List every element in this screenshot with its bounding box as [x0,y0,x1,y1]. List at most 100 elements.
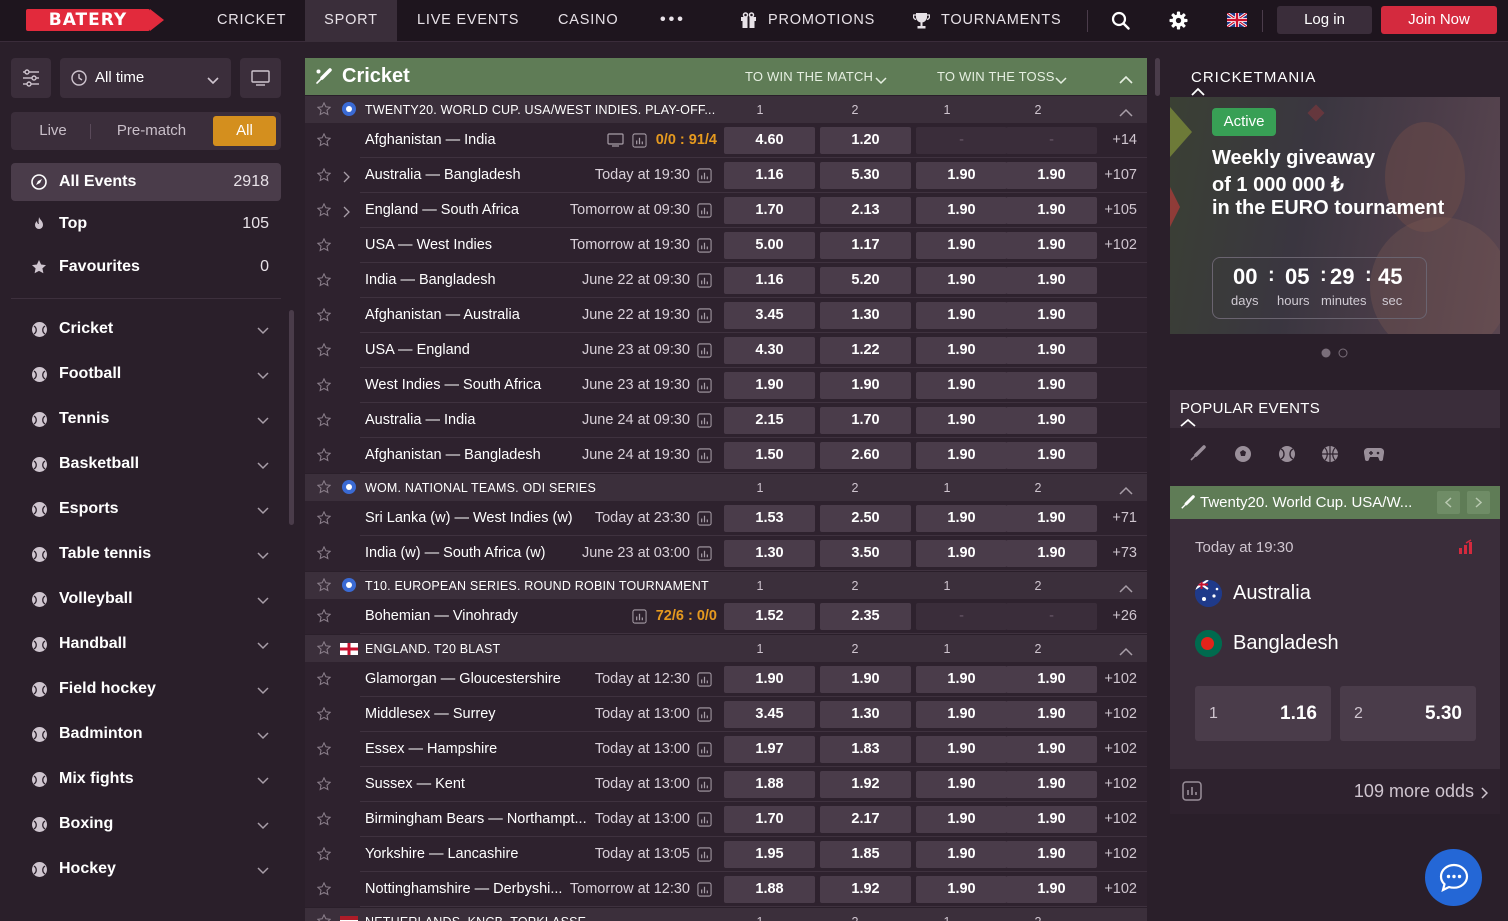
odd-button[interactable]: 1.83 [820,736,911,763]
star-icon[interactable] [316,811,332,831]
stats-icon[interactable] [697,812,712,832]
odd-button[interactable]: 1.90 [1006,267,1097,294]
event-row[interactable]: Yorkshire — Lancashire Today at 13:05 1.95… [305,837,1147,872]
odd-button[interactable]: 1.90 [1006,372,1097,399]
sidebar-item-tennis[interactable]: Tennis [11,400,281,438]
star-icon[interactable] [316,846,332,866]
cricket-icon[interactable] [1189,445,1207,468]
popular-event-card[interactable]: Today at 19:30 Australia Bangladesh 1 1.… [1170,519,1500,769]
event-row[interactable]: Sussex — Kent Today at 13:00 1.88 1.92 1.90 1… [305,767,1147,802]
more-markets-count[interactable]: +102 [1104,228,1137,263]
stats-icon[interactable] [697,413,712,433]
more-odds-link[interactable]: 109 more odds [1354,769,1474,814]
stats-icon[interactable] [697,378,712,398]
sidebar-item-mix-fights[interactable]: Mix fights [11,760,281,798]
event-row[interactable]: USA — West Indies Tomorrow at 19:30 5.00 1.… [305,228,1147,263]
odd-button[interactable]: 1.90 [1006,302,1097,329]
odd-button[interactable]: 1.90 [916,806,1007,833]
odd-button[interactable]: 1.90 [1006,442,1097,469]
stats-icon[interactable] [697,511,712,531]
odd-button[interactable]: 5.30 [820,162,911,189]
next-arrow-button[interactable] [1467,491,1490,514]
odd-button[interactable]: 1.90 [1006,806,1097,833]
event-row[interactable]: Afghanistan — Bangladesh June 24 at 19:30… [305,438,1147,473]
uk-flag-icon[interactable] [1226,11,1248,32]
more-markets-count[interactable]: +107 [1104,158,1137,193]
odd-button[interactable]: 2.15 [724,407,815,434]
odd-button[interactable]: 1.90 [1006,841,1097,868]
odd-button[interactable]: 1.70 [724,197,815,224]
stats-icon[interactable] [697,847,712,867]
star-icon[interactable] [316,132,332,152]
star-icon[interactable] [316,342,332,362]
odd-button[interactable]: 3.45 [724,701,815,728]
event-row[interactable]: India — Bangladesh June 22 at 09:30 1.16 5.… [305,263,1147,298]
odd-button[interactable]: 1.90 [916,442,1007,469]
sidebar-item-cricket[interactable]: Cricket [11,310,281,348]
odd-button[interactable]: 1.30 [724,540,815,567]
sidebar-item-table-tennis[interactable]: Table tennis [11,535,281,573]
league-group-header[interactable]: T10. EUROPEAN SERIES. ROUND ROBIN TOURNA… [305,571,1147,599]
star-icon[interactable] [316,202,332,222]
odd-button[interactable]: 2.17 [820,806,911,833]
stats-icon[interactable] [697,308,712,328]
odd-button[interactable]: 4.30 [724,337,815,364]
nav-more-button[interactable]: ••• [660,0,686,42]
odd-button[interactable]: 1.90 [916,267,1007,294]
sidebar-item-football[interactable]: Football [11,355,281,393]
event-row[interactable]: Glamorgan — Gloucestershire Today at 12:3… [305,662,1147,697]
star-icon[interactable] [316,640,332,658]
league-group-header[interactable]: ENGLAND. T20 BLAST 1 2 1 2 [305,634,1147,662]
gear-icon[interactable] [1169,11,1188,35]
odd-button[interactable]: 1.90 [1006,666,1097,693]
star-icon[interactable] [316,741,332,761]
odd-button[interactable]: 1.88 [724,771,815,798]
star-icon[interactable] [316,913,332,921]
odd-button[interactable]: 1.90 [916,666,1007,693]
event-row[interactable]: Birmingham Bears — Northampt... Today at … [305,802,1147,837]
nav-promotions[interactable]: PROMOTIONS [768,0,875,42]
star-icon[interactable] [316,412,332,432]
event-row[interactable]: Bohemian — Vinohrady 72/6 : 0/0 1.52 2.35- -… [305,599,1147,634]
event-row[interactable]: USA — England June 23 at 09:30 4.30 1.22 1.9… [305,333,1147,368]
odd-button[interactable]: 1.70 [724,806,815,833]
gamepad-icon[interactable] [1363,446,1385,467]
more-markets-count[interactable]: +102 [1104,802,1137,837]
stats-icon[interactable] [697,343,712,363]
odd-button[interactable]: 1.90 [916,232,1007,259]
odd-button[interactable]: 1.90 [724,372,815,399]
nav-sport[interactable]: SPORT [305,0,397,42]
odd-button[interactable]: 1.85 [820,841,911,868]
star-icon[interactable] [316,608,332,628]
nav-cricket[interactable]: CRICKET [217,0,286,42]
more-markets-count[interactable]: +102 [1104,872,1137,907]
star-icon[interactable] [316,377,332,397]
star-icon[interactable] [316,671,332,691]
market-to-win-toss[interactable]: TO WIN THE TOSS [937,58,1055,95]
mode-pre-match[interactable]: Pre-match [99,112,204,150]
odd-button[interactable]: 4.60 [724,127,815,154]
stats-icon[interactable] [632,609,647,629]
odd-button[interactable]: 1.90 [1006,771,1097,798]
league-group-header[interactable]: WOM. NATIONAL TEAMS. ODI SERIES 1 2 1 2 [305,473,1147,501]
odd-button[interactable]: 1.90 [916,162,1007,189]
event-row[interactable]: Essex — Hampshire Today at 13:00 1.97 1.83 1… [305,732,1147,767]
odd-button[interactable]: 1.90 [724,666,815,693]
chevron-right-icon[interactable] [343,205,350,223]
more-markets-count[interactable]: +71 [1112,501,1137,536]
sidebar-item-handball[interactable]: Handball [11,625,281,663]
popular-odd-2[interactable]: 2 5.30 [1340,686,1476,741]
odd-button[interactable]: 2.35 [820,603,911,630]
chevron-right-icon[interactable] [343,170,350,188]
sidebar-item-basketball[interactable]: Basketball [11,445,281,483]
chat-support-button[interactable] [1425,849,1482,906]
star-icon[interactable] [316,447,332,467]
batery-logo[interactable]: BATERY [26,9,166,31]
live-stream-icon[interactable] [607,133,624,152]
more-markets-count[interactable]: +14 [1112,123,1137,158]
odd-button[interactable]: 1.90 [1006,736,1097,763]
collapse-icon[interactable] [1119,484,1133,498]
sidebar-item-favourites[interactable]: Favourites 0 [11,248,281,286]
odd-button[interactable]: 1.50 [724,442,815,469]
stats-icon[interactable] [697,273,712,293]
